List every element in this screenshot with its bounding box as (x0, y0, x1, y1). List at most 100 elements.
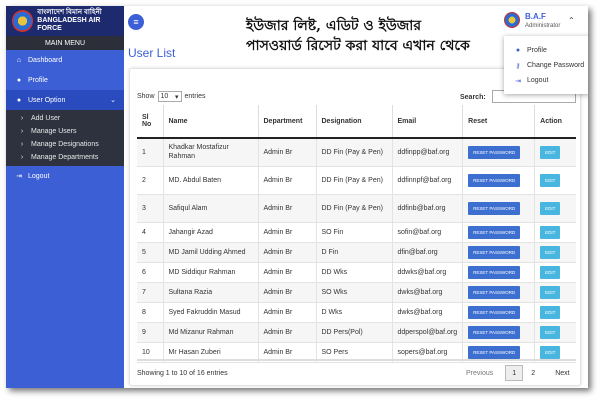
reset-password-button[interactable]: RESET PASSWORD (468, 201, 521, 215)
edit-button[interactable]: EDIT (540, 305, 561, 319)
sidebar-item-label: Manage Users (31, 128, 77, 135)
cell-designation: D Wks (316, 302, 393, 323)
dropdown-item-label: Profile (527, 47, 547, 54)
column-header-name[interactable]: Name (163, 105, 259, 139)
entries-select-value: 10 (160, 93, 169, 100)
page-2-button[interactable]: 2 (523, 365, 543, 381)
cell-email: ddperspol@baf.org (392, 322, 464, 343)
cell-email: dwks@baf.org (392, 282, 464, 303)
reset-password-button[interactable]: RESET PASSWORD (468, 173, 521, 187)
chevron-up-icon[interactable]: ⌃ (568, 16, 575, 25)
cell-name: MD Jamil Udding Ahmed (163, 242, 259, 263)
logo[interactable]: বাংলাদেশ বিমান বাহিনী BANGLADESH AIR FOR… (6, 6, 124, 36)
cell-designation: SO Fin (316, 222, 393, 243)
reset-password-button[interactable]: RESET PASSWORD (468, 285, 521, 299)
next-page-button[interactable]: Next (549, 365, 575, 381)
reset-password-button[interactable]: RESET PASSWORD (468, 345, 521, 359)
reset-password-button[interactable]: RESET PASSWORD (468, 265, 521, 279)
cell-action: EDIT (534, 302, 576, 323)
column-header-action[interactable]: Action (534, 105, 576, 139)
cell-designation: SO Wks (316, 282, 393, 303)
edit-button[interactable]: EDIT (540, 201, 561, 215)
dropdown-item-logout[interactable]: ⇥ Logout (504, 73, 588, 88)
air-force-emblem-icon (12, 10, 34, 32)
entries-length-control: Show 10 ▾ entries (137, 91, 206, 102)
edit-button[interactable]: EDIT (540, 325, 561, 339)
edit-button[interactable]: EDIT (540, 173, 561, 187)
cell-sl-no: 2 (137, 166, 164, 195)
cell-action: EDIT (534, 282, 576, 303)
dropdown-item-profile[interactable]: ● Profile (504, 43, 588, 58)
cell-designation: DD Fin (Pay & Pen) (316, 166, 393, 195)
entries-label: entries (184, 93, 206, 100)
cell-department: Admin Br (258, 166, 317, 195)
reset-password-button[interactable]: RESET PASSWORD (468, 245, 521, 259)
user-option-submenu: › Add User › Manage Users › Manage Desig… (6, 110, 124, 166)
cell-designation: DD Fin (Pay & Pen) (316, 138, 393, 167)
sidebar-item-user-option[interactable]: ● User Option ⌄ (6, 90, 124, 110)
main-menu-heading: MAIN MENU (6, 36, 124, 50)
menu-toggle-button[interactable]: ≡ (128, 14, 144, 30)
edit-button[interactable]: EDIT (540, 285, 561, 299)
edit-button[interactable]: EDIT (540, 265, 561, 279)
cell-email: ddfinnpf@baf.org (392, 166, 464, 195)
reset-password-button[interactable]: RESET PASSWORD (468, 325, 521, 339)
user-icon: ● (16, 76, 22, 84)
chevron-right-icon: › (20, 141, 24, 148)
entries-select[interactable]: 10 ▾ (157, 91, 182, 102)
pagination: Previous 1 2 Next (460, 365, 576, 381)
column-header-department[interactable]: Department (258, 105, 317, 139)
sidebar-item-logout[interactable]: ⇥ Logout (6, 166, 124, 186)
logout-icon: ⇥ (515, 77, 521, 85)
sidebar-item-dashboard[interactable]: ⌂ Dashboard (6, 50, 124, 70)
user-table-body: 1 Khadkar Mostafizur Rahman Admin Br DD Fin… (137, 138, 576, 363)
column-header-designation[interactable]: Designation (316, 105, 393, 139)
user-name[interactable]: B.A.F (525, 12, 546, 21)
sidebar-item-manage-departments[interactable]: › Manage Departments (6, 151, 124, 164)
cell-reset: RESET PASSWORD (462, 138, 536, 167)
dropdown-item-change-password[interactable]: ⚷ Change Password (504, 58, 588, 73)
cell-designation: D Fin (316, 242, 393, 263)
home-icon: ⌂ (16, 56, 22, 64)
cell-reset: RESET PASSWORD (462, 194, 536, 223)
sidebar-item-manage-users[interactable]: › Manage Users (6, 125, 124, 138)
cell-name: Safiqul Alam (163, 194, 259, 223)
cell-action: EDIT (534, 166, 576, 195)
chevron-right-icon: › (20, 128, 24, 135)
cell-designation: DD Pers(Pol) (316, 322, 393, 343)
cell-department: Admin Br (258, 302, 317, 323)
reset-password-button[interactable]: RESET PASSWORD (468, 145, 521, 159)
edit-button[interactable]: EDIT (540, 345, 561, 359)
user-icon: ● (515, 47, 521, 54)
chevron-right-icon: › (20, 154, 24, 161)
cell-action: EDIT (534, 322, 576, 343)
cell-action: EDIT (534, 262, 576, 283)
reset-password-button[interactable]: RESET PASSWORD (468, 225, 521, 239)
previous-page-button[interactable]: Previous (460, 365, 499, 381)
sidebar-item-add-user[interactable]: › Add User (6, 112, 124, 125)
cell-department: Admin Br (258, 138, 317, 167)
edit-button[interactable]: EDIT (540, 145, 561, 159)
table-row: 2 MD. Abdul Baten Admin Br DD Fin (Pay & Pe… (137, 166, 576, 195)
cell-action: EDIT (534, 222, 576, 243)
page-1-button[interactable]: 1 (505, 365, 524, 381)
sidebar-item-label: Manage Designations (31, 141, 99, 148)
logo-english-text: BANGLADESH AIR FORCE (37, 17, 101, 32)
column-header-email[interactable]: Email (392, 105, 464, 139)
edit-button[interactable]: EDIT (540, 225, 561, 239)
avatar[interactable] (504, 12, 520, 28)
sidebar-item-manage-designations[interactable]: › Manage Designations (6, 138, 124, 151)
page-title: User List (128, 46, 176, 60)
cell-sl-no: 7 (137, 282, 164, 303)
column-header-sl-no[interactable]: Sl No (137, 105, 164, 139)
column-header-reset[interactable]: Reset (462, 105, 536, 139)
edit-button[interactable]: EDIT (540, 245, 561, 259)
sidebar-item-profile[interactable]: ● Profile (6, 70, 124, 90)
bangla-annotation-title: ইউজার লিষ্ট, এডিট ও ইউজার পাসওয়ার্ড রিস… (246, 16, 476, 56)
table-row: 1 Khadkar Mostafizur Rahman Admin Br DD Fin… (137, 138, 576, 167)
table-header-row: Sl No Name Department Designation Email … (137, 105, 576, 139)
horizontal-scrollbar[interactable] (137, 359, 576, 361)
cell-sl-no: 8 (137, 302, 164, 323)
cell-email: dfin@baf.org (392, 242, 464, 263)
reset-password-button[interactable]: RESET PASSWORD (468, 305, 521, 319)
